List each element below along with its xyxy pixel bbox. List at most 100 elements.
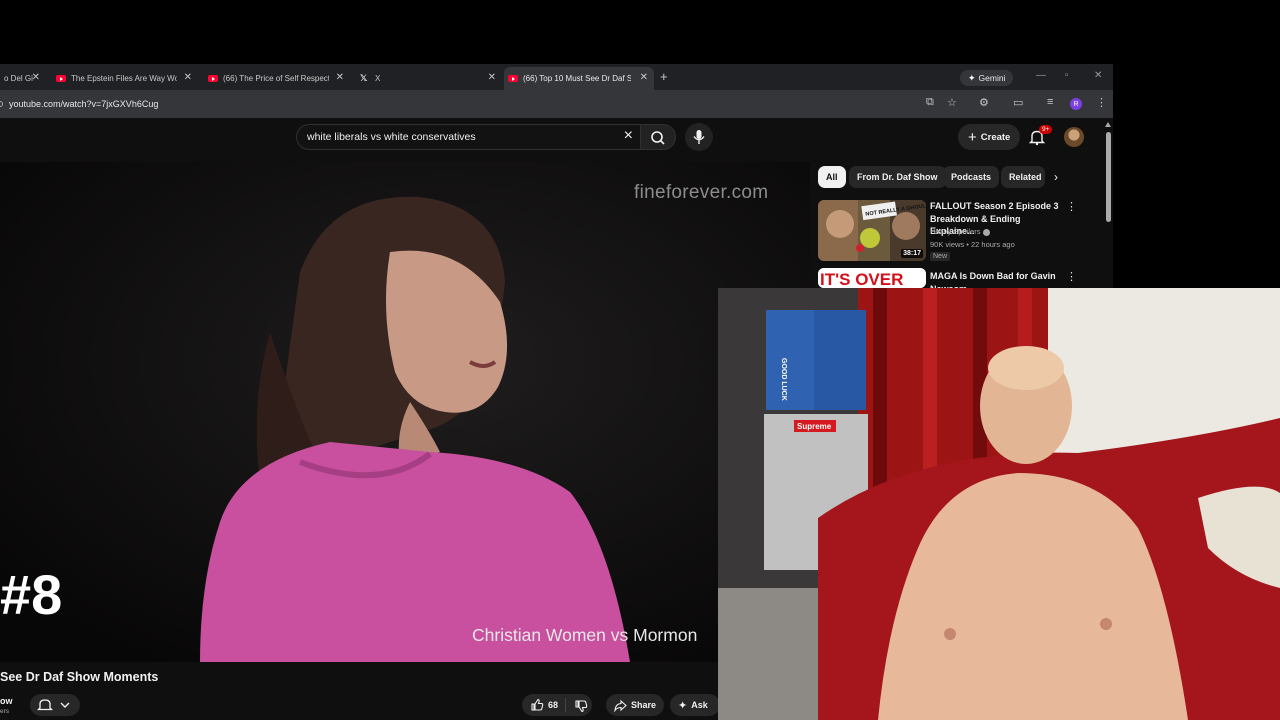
share-button[interactable]: Share bbox=[606, 694, 664, 716]
create-button[interactable]: + Create bbox=[958, 124, 1021, 150]
install-app-icon[interactable]: ⧉ bbox=[926, 96, 934, 109]
close-icon[interactable]: ✕ bbox=[336, 72, 344, 83]
bell-chevron-icon bbox=[36, 699, 70, 711]
close-icon[interactable]: ✕ bbox=[32, 72, 40, 83]
like-divider bbox=[565, 698, 566, 712]
tab-title: (66) Top 10 Must See Dr Daf Sh bbox=[523, 74, 631, 83]
notification-preferences-button[interactable] bbox=[30, 694, 80, 716]
chip-label: Podcasts bbox=[951, 172, 992, 182]
recommendation-channel: Heavy Spoilers bbox=[930, 227, 991, 236]
channel-name[interactable]: ow bbox=[0, 696, 13, 706]
tab-2[interactable]: (66) The Price of Self Respect - ✕ bbox=[204, 67, 350, 90]
ask-label: Ask bbox=[691, 700, 708, 710]
notification-count-badge: 9+ bbox=[1039, 125, 1053, 134]
video-caption: Christian Women vs Mormon bbox=[472, 625, 698, 645]
chip-label: Related bbox=[1009, 172, 1042, 182]
share-label: Share bbox=[631, 700, 657, 710]
search-button[interactable] bbox=[640, 124, 676, 150]
clear-search-icon[interactable]: × bbox=[624, 127, 633, 145]
chip-podcasts[interactable]: Podcasts bbox=[943, 166, 1000, 188]
window-close-icon[interactable]: ✕ bbox=[1094, 70, 1102, 81]
tab-3[interactable]: 𝕏 X ✕ bbox=[356, 67, 502, 90]
webcam-feed-image: GOOD LUCK Supreme bbox=[718, 288, 1280, 720]
youtube-icon bbox=[208, 75, 218, 82]
dislike-button[interactable] bbox=[574, 699, 588, 715]
tab-strip: o Del Gi ✕ The Epstein Files Are Way Wor… bbox=[0, 64, 1113, 90]
new-tab-button[interactable]: + bbox=[660, 69, 668, 84]
tab-0[interactable]: o Del Gi ✕ bbox=[0, 67, 46, 90]
tab-title: (66) The Price of Self Respect - bbox=[223, 74, 329, 83]
bookmark-star-icon[interactable]: ☆ bbox=[947, 96, 957, 109]
media-controls-icon[interactable]: ≡ bbox=[1047, 96, 1053, 108]
tab-1[interactable]: The Epstein Files Are Way Wors ✕ bbox=[52, 67, 198, 90]
browser-menu-icon[interactable]: ⋮ bbox=[1096, 96, 1107, 109]
tab-title: X bbox=[375, 74, 381, 83]
recommendation-thumbnail[interactable]: IT'S OVER bbox=[818, 268, 926, 288]
address-bar-row: youtube.com/watch?v=7jxGXVh6Cug ⧉ ☆ ⚙ ▭ … bbox=[0, 90, 1113, 118]
site-info-icon[interactable] bbox=[0, 101, 3, 107]
verified-icon bbox=[983, 228, 991, 236]
tab-title: The Epstein Files Are Way Wors bbox=[71, 74, 177, 83]
chip-related[interactable]: Related bbox=[1001, 166, 1045, 188]
chevron-right-icon[interactable]: › bbox=[1054, 170, 1058, 184]
channel-label: Heavy Spoilers bbox=[930, 227, 981, 236]
video-duration: 38:17 bbox=[901, 249, 923, 258]
recommendation-item[interactable]: IT'S OVER MAGA Is Down Bad for Gavin New… bbox=[818, 268, 1108, 288]
search-query: white liberals vs white conservatives bbox=[307, 131, 476, 143]
microphone-icon bbox=[693, 130, 705, 144]
x-logo-icon: 𝕏 bbox=[360, 73, 368, 83]
create-label: Create bbox=[980, 131, 1011, 143]
more-options-icon[interactable]: ⋮ bbox=[1066, 200, 1077, 213]
youtube-header: white liberals vs white conservatives × … bbox=[0, 118, 1113, 162]
close-icon[interactable]: ✕ bbox=[184, 72, 192, 83]
video-watermark: fineforever.com bbox=[634, 182, 769, 203]
youtube-icon bbox=[508, 75, 518, 82]
like-button[interactable] bbox=[530, 698, 544, 714]
recommendation-item[interactable]: NOT REALLY A GHOUL? 38:17 FALLOUT Season… bbox=[818, 200, 1108, 265]
chip-from-channel[interactable]: From Dr. Daf Show bbox=[849, 166, 946, 188]
share-arrow-icon bbox=[614, 699, 627, 712]
search-input[interactable]: white liberals vs white conservatives × bbox=[296, 124, 642, 150]
browser-profile-avatar[interactable]: R bbox=[1070, 98, 1082, 110]
extensions-icon[interactable]: ⚙ bbox=[979, 96, 989, 109]
sparkle-icon: ✦ bbox=[678, 699, 688, 712]
maximize-icon[interactable]: ▫ bbox=[1065, 70, 1069, 81]
recommendation-thumbnail[interactable]: NOT REALLY A GHOUL? 38:17 bbox=[818, 200, 926, 261]
url-field[interactable]: youtube.com/watch?v=7jxGXVh6Cug bbox=[0, 94, 905, 114]
tab-4-active[interactable]: (66) Top 10 Must See Dr Daf Sh ✕ bbox=[504, 67, 654, 90]
like-dislike-group: 68 bbox=[522, 694, 592, 716]
gemini-icon: ✦ bbox=[968, 72, 976, 83]
url-text: youtube.com/watch?v=7jxGXVh6Cug bbox=[9, 99, 159, 109]
recommendation-meta: 90K views • 22 hours ago bbox=[930, 240, 1015, 249]
chip-label: All bbox=[826, 172, 838, 182]
close-icon[interactable]: ✕ bbox=[488, 72, 496, 83]
ask-button[interactable]: ✦ Ask bbox=[670, 694, 720, 716]
more-options-icon[interactable]: ⋮ bbox=[1066, 270, 1077, 283]
scroll-up-arrow-icon[interactable] bbox=[1105, 122, 1111, 127]
box-label: GOOD LUCK bbox=[780, 358, 787, 401]
youtube-account-avatar[interactable] bbox=[1064, 127, 1084, 147]
voice-search-button[interactable] bbox=[685, 123, 713, 151]
video-rank-number: #8 bbox=[0, 563, 63, 626]
youtube-icon bbox=[56, 75, 66, 82]
sticker-label: Supreme bbox=[797, 422, 832, 431]
plus-icon: + bbox=[968, 128, 977, 146]
video-frame-image bbox=[0, 162, 810, 662]
new-badge: New bbox=[930, 252, 951, 261]
video-title: See Dr Daf Show Moments bbox=[0, 670, 159, 684]
minimize-icon[interactable]: — bbox=[1036, 70, 1046, 81]
chip-label: From Dr. Daf Show bbox=[857, 172, 938, 182]
video-player[interactable]: fineforever.com #8 Christian Women vs Mo… bbox=[0, 162, 810, 662]
gemini-button[interactable]: ✦ Gemini bbox=[960, 70, 1014, 86]
recommendation-title[interactable]: MAGA Is Down Bad for Gavin Newsom bbox=[930, 270, 1062, 288]
search-icon bbox=[651, 131, 665, 145]
chip-all[interactable]: All bbox=[818, 166, 846, 188]
tab-search-icon[interactable]: ▭ bbox=[1013, 96, 1023, 109]
gemini-label: Gemini bbox=[978, 73, 1006, 83]
subscriber-count: ers bbox=[0, 708, 10, 715]
thumbs-up-icon bbox=[531, 698, 544, 711]
like-count: 68 bbox=[548, 700, 559, 710]
close-icon[interactable]: ✕ bbox=[640, 72, 648, 83]
webcam-overlay: GOOD LUCK Supreme bbox=[718, 288, 1280, 720]
thumbs-down-icon bbox=[575, 700, 588, 713]
